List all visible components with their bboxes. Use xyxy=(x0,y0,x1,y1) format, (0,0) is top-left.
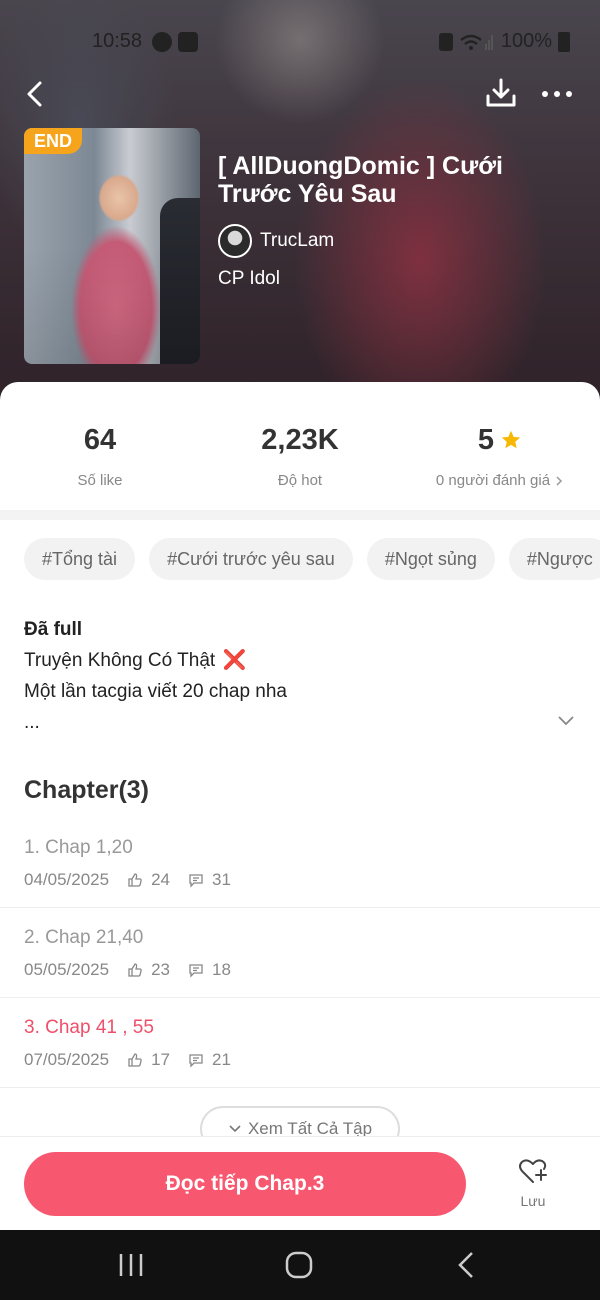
stat-rating-label: 0 người đánh giá xyxy=(435,472,551,489)
chevron-down-icon xyxy=(229,1125,241,1133)
chapter-title: 3. Chap 41 , 55 xyxy=(24,1017,154,1038)
chapter-item-current[interactable]: 3. Chap 41 , 55 07/05/2025 17 21 xyxy=(0,998,600,1088)
wifi-signal-icon xyxy=(460,34,493,50)
stat-rating[interactable]: 5 0 người đánh giá xyxy=(400,420,600,510)
chapter-date: 07/05/2025 xyxy=(24,1050,110,1069)
tag-chip[interactable]: #Tổng tài xyxy=(24,538,136,580)
back-icon xyxy=(27,81,42,107)
chapter-date: 05/05/2025 xyxy=(24,960,110,979)
author-name: TrucLam xyxy=(260,230,335,251)
like-icon xyxy=(128,963,142,977)
stat-hot-label: Độ hot xyxy=(277,472,323,489)
stat-likes-label: Số like xyxy=(77,472,123,489)
download-icon xyxy=(486,78,516,107)
stat-hot-value: 2,23K xyxy=(261,424,339,456)
stat-rating-value-row: 5 xyxy=(400,420,600,460)
chapter-title: 2. Chap 21,40 xyxy=(24,927,144,948)
comment-icon xyxy=(189,874,203,888)
tag-chip[interactable]: #Ngọt sủng xyxy=(366,538,495,580)
tag-chip[interactable]: #Cưới trước yêu sau xyxy=(149,538,353,580)
chevron-right-icon xyxy=(556,475,563,486)
cross-mark-icon: ❌ xyxy=(222,650,247,671)
back-button[interactable] xyxy=(18,76,50,112)
stat-likes-value: 64 xyxy=(83,424,117,456)
comment-icon xyxy=(189,964,203,978)
expand-description-button[interactable] xyxy=(556,710,576,730)
like-icon xyxy=(128,1053,142,1067)
status-notification-icons xyxy=(152,32,198,52)
stats-row: 64 Số like 2,23K Độ hot 5 0 người đánh g… xyxy=(0,420,600,510)
chapter-comments: 21 xyxy=(212,1050,231,1069)
download-button[interactable] xyxy=(484,76,518,112)
chapter-likes: 24 xyxy=(151,870,171,889)
section-divider xyxy=(0,510,600,520)
media-icon xyxy=(178,32,198,52)
stat-likes: 64 Số like xyxy=(0,420,200,510)
description-line-2: Truyện Không Có Thật ❌ xyxy=(24,645,564,676)
battery-icon xyxy=(558,31,570,52)
chapter-likes: 17 xyxy=(151,1050,171,1069)
description-line-2-text: Truyện Không Có Thật xyxy=(24,650,216,671)
more-button[interactable] xyxy=(540,78,574,110)
cover-figure xyxy=(160,198,200,364)
chapter-item[interactable]: 2. Chap 21,40 05/05/2025 23 18 xyxy=(0,908,600,998)
tag-list: #Tổng tài #Cưới trước yêu sau #Ngọt sủng… xyxy=(24,538,600,580)
chapter-comments: 18 xyxy=(212,960,231,979)
description-line-3: Một lần tacgia viết 20 chap nha xyxy=(24,681,288,702)
description-line-4: ... xyxy=(24,712,40,733)
system-back-button[interactable] xyxy=(450,1248,484,1282)
chapter-comments: 31 xyxy=(212,870,231,889)
chapter-date: 04/05/2025 xyxy=(24,870,110,889)
story-title: [ AllDuongDomic ] Cưới Trước Yêu Sau xyxy=(218,152,503,208)
like-icon xyxy=(128,873,142,887)
story-category[interactable]: CP Idol xyxy=(218,268,280,290)
save-label: Lưu xyxy=(520,1193,546,1209)
chapter-title: 1. Chap 1,20 xyxy=(24,837,133,858)
author-avatar xyxy=(218,224,252,258)
chapters-heading: Chapter(3) xyxy=(24,776,150,804)
heart-plus-icon xyxy=(519,1159,547,1183)
story-description: Đã full Truyện Không Có Thật ❌ Một lần t… xyxy=(24,614,564,738)
stat-rating-value: 5 xyxy=(477,424,495,456)
chapter-meta: 05/05/2025 23 18 xyxy=(24,960,576,980)
status-right: 100% xyxy=(438,30,570,53)
author-link[interactable]: TrucLam xyxy=(218,224,334,258)
home-button[interactable] xyxy=(282,1248,316,1282)
chapter-meta: 07/05/2025 17 21 xyxy=(24,1050,576,1070)
status-time: 10:58 xyxy=(92,30,143,52)
stat-hot: 2,23K Độ hot xyxy=(200,420,400,510)
save-button[interactable]: Lưu xyxy=(504,1156,562,1209)
chapter-likes: 23 xyxy=(151,960,171,979)
end-badge: END xyxy=(24,128,83,154)
stat-rating-label-row: 0 người đánh giá xyxy=(400,472,600,489)
recents-icon xyxy=(119,1254,143,1276)
story-cover xyxy=(24,128,200,364)
chapter-list: 1. Chap 1,20 04/05/2025 24 31 2. Chap 21… xyxy=(0,818,600,1088)
star-icon xyxy=(501,430,521,449)
messenger-icon xyxy=(152,32,172,52)
chevron-down-icon xyxy=(558,716,574,726)
description-line-1: Đã full xyxy=(24,619,83,640)
tag-chip[interactable]: #Ngược xyxy=(508,538,600,580)
more-icon xyxy=(542,91,572,97)
continue-reading-button[interactable]: Đọc tiếp Chap.3 xyxy=(24,1152,466,1216)
system-navigation-bar xyxy=(0,1230,600,1300)
battery-percent: 100% xyxy=(500,30,552,52)
chapter-item[interactable]: 1. Chap 1,20 04/05/2025 24 31 xyxy=(0,818,600,908)
status-bar: 10:58 100% xyxy=(0,26,600,58)
comment-icon xyxy=(189,1054,203,1068)
alarm-icon xyxy=(438,32,453,51)
nav-back-icon xyxy=(458,1252,473,1278)
recents-button[interactable] xyxy=(114,1248,148,1282)
home-icon xyxy=(285,1251,313,1279)
chapter-meta: 04/05/2025 24 31 xyxy=(24,870,576,890)
